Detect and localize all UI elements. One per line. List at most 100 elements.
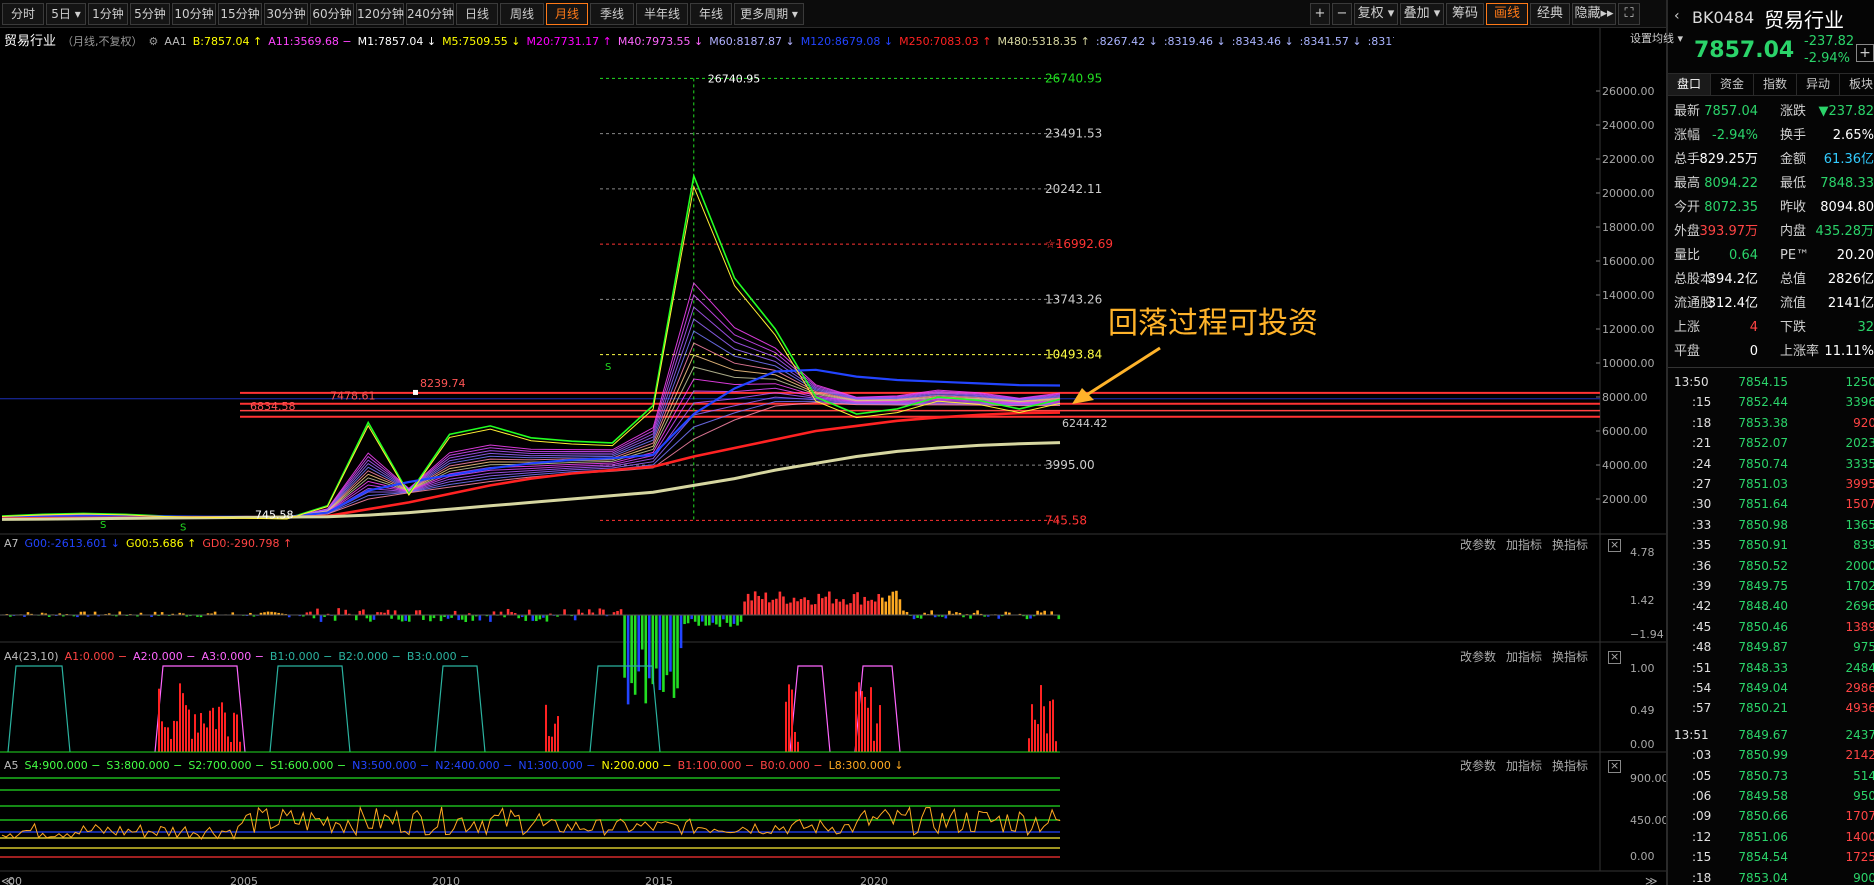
tick-row: :51 7848.33 2484 [1668, 658, 1874, 678]
close-icon[interactable]: × [1598, 759, 1622, 773]
chart-subtitle: （月线,不复权） [62, 35, 143, 48]
period-btn-13[interactable]: 季线 [590, 3, 634, 25]
chart-canvas[interactable]: 26000.00 24000.00 22000.00 20000.00 18000.00… [0, 28, 1666, 885]
period-btn-3[interactable]: 5分钟 [130, 3, 170, 25]
panel-action-2[interactable]: 换指标 [1552, 538, 1588, 552]
period-btn-1[interactable]: 5日 ▾ [46, 3, 86, 25]
a4-bar [173, 720, 175, 752]
quote-tab-3[interactable]: 异动 [1797, 74, 1840, 95]
a7-bar [386, 609, 390, 615]
ma-settings-button[interactable]: 设置均线 ▾ [1630, 30, 1683, 46]
a7-bar [799, 598, 803, 615]
a7-bar [863, 596, 866, 615]
ma-legend-5: M20:7731.17 ↑ [526, 35, 612, 48]
legend_a5-item-11: L8:300.000 ↓ [828, 759, 904, 772]
tool-btn-4[interactable]: 筹码 [1446, 3, 1484, 25]
panel-action-0[interactable]: 改参数 [1460, 538, 1496, 552]
a4-step-4 [589, 665, 661, 753]
a4-bar [215, 729, 217, 752]
arrow-head [1072, 388, 1094, 404]
a4-bar [164, 727, 166, 752]
back-icon[interactable]: ‹ [1674, 8, 1680, 24]
period-btn-2[interactable]: 1分钟 [88, 3, 128, 25]
a7-bar [429, 615, 432, 622]
period-btn-7[interactable]: 60分钟 [310, 3, 354, 25]
panel-action-0[interactable]: 改参数 [1460, 650, 1496, 664]
price-overlay-line [1, 184, 1061, 520]
a7-bar [400, 615, 404, 622]
quote-tabs: 盘口 资金 指数 异动 板块 [1668, 74, 1874, 96]
a7-bar [1036, 610, 1039, 615]
a5-tick-2: 0.00 [1630, 850, 1655, 863]
quote-tab-2[interactable]: 指数 [1754, 74, 1797, 95]
period-btn-9[interactable]: 240分钟 [406, 3, 454, 25]
fullscreen-icon[interactable]: ⛶ [1618, 3, 1640, 25]
tool-btn-1[interactable]: − [1332, 3, 1352, 25]
tick-price: 7849.04 [1738, 681, 1788, 695]
panel-action-2[interactable]: 换指标 [1552, 650, 1588, 664]
a7-bar [715, 615, 718, 625]
a4-bar [873, 740, 875, 752]
period-btn-6[interactable]: 30分钟 [264, 3, 308, 25]
tool-btn-3[interactable]: 叠加 ▾ [1400, 3, 1444, 25]
period-btn-5[interactable]: 15分钟 [218, 3, 262, 25]
period-btn-11[interactable]: 周线 [500, 3, 544, 25]
quote-label: 最高 [1674, 176, 1701, 191]
close-icon[interactable]: × [1598, 538, 1622, 552]
tick-volume: 3335 [1845, 456, 1874, 471]
panel-action-1[interactable]: 加指标 [1506, 759, 1542, 773]
period-btn-12[interactable]: 月线 [546, 3, 588, 25]
a7-bar [859, 604, 863, 615]
a7-bar [775, 598, 778, 615]
tick-volume: 3995 [1845, 477, 1874, 491]
quote-tab-1[interactable]: 资金 [1711, 74, 1754, 95]
tick-volume: 2696 [1845, 599, 1874, 614]
tick-row: :03 7850.99 2142 [1668, 745, 1874, 765]
a7-bar [669, 615, 672, 672]
tool-btn-5[interactable]: 画线 [1486, 3, 1528, 25]
a7-bar [778, 591, 782, 615]
a7-bar [598, 608, 602, 615]
panel-action-1[interactable]: 加指标 [1506, 538, 1542, 552]
a7-bar [337, 608, 340, 615]
a7-bar [679, 615, 683, 649]
period-btn-0[interactable]: 分时 [2, 3, 44, 25]
a4-bar [209, 710, 211, 752]
ma-legend-9: M250:7083.03 ↑ [899, 35, 992, 48]
add-watch-button[interactable]: + [1856, 44, 1874, 62]
close-icon[interactable]: × [1598, 650, 1622, 664]
a7-bar [415, 610, 418, 615]
a7-bar [785, 603, 789, 615]
gear-icon[interactable]: ⚙ [149, 35, 159, 48]
tick-price: 7852.07 [1738, 436, 1788, 451]
period-btn-14[interactable]: 半年线 [636, 3, 688, 25]
period-btn-15[interactable]: 年线 [690, 3, 732, 25]
period-btn-10[interactable]: 日线 [456, 3, 498, 25]
period-btn-8[interactable]: 120分钟 [356, 3, 404, 25]
period-btn-16[interactable]: 更多周期 ▾ [734, 3, 804, 25]
ma-band-line-2 [1, 306, 1061, 519]
tick-row: :33 7850.98 1365 [1668, 515, 1874, 535]
a4-bar [200, 713, 202, 752]
legend_a5-item-2: S3:800.000 − [106, 759, 183, 772]
a4-tick-0: 1.00 [1630, 662, 1655, 675]
fib-label-2: 20242.11 [1045, 182, 1102, 196]
panel-action-2[interactable]: 换指标 [1552, 759, 1588, 773]
tool-btn-7[interactable]: 隐藏▸▸ [1572, 3, 1616, 25]
a4-bar [864, 696, 866, 752]
tool-btn-0[interactable]: + [1310, 3, 1330, 25]
panel-action-0[interactable]: 改参数 [1460, 759, 1496, 773]
quote-value: 32 [1857, 320, 1874, 335]
tick-list[interactable]: 13:50 7854.15 1250:15 7852.44 3396:18 7853.38… [1668, 368, 1874, 885]
quote-tab-4[interactable]: 板块 [1840, 74, 1874, 95]
quote-value: 11.11% [1824, 344, 1874, 359]
tool-btn-6[interactable]: 经典 [1530, 3, 1570, 25]
a4-bar [167, 727, 169, 752]
period-btn-4[interactable]: 10分钟 [172, 3, 216, 25]
a4-bar [870, 687, 872, 752]
a4-bar [557, 716, 559, 752]
price-tick-1: 24000.00 [1602, 119, 1655, 132]
tool-btn-2[interactable]: 复权 ▾ [1354, 3, 1398, 25]
quote-tab-0[interactable]: 盘口 [1668, 74, 1711, 95]
panel-action-1[interactable]: 加指标 [1506, 650, 1542, 664]
